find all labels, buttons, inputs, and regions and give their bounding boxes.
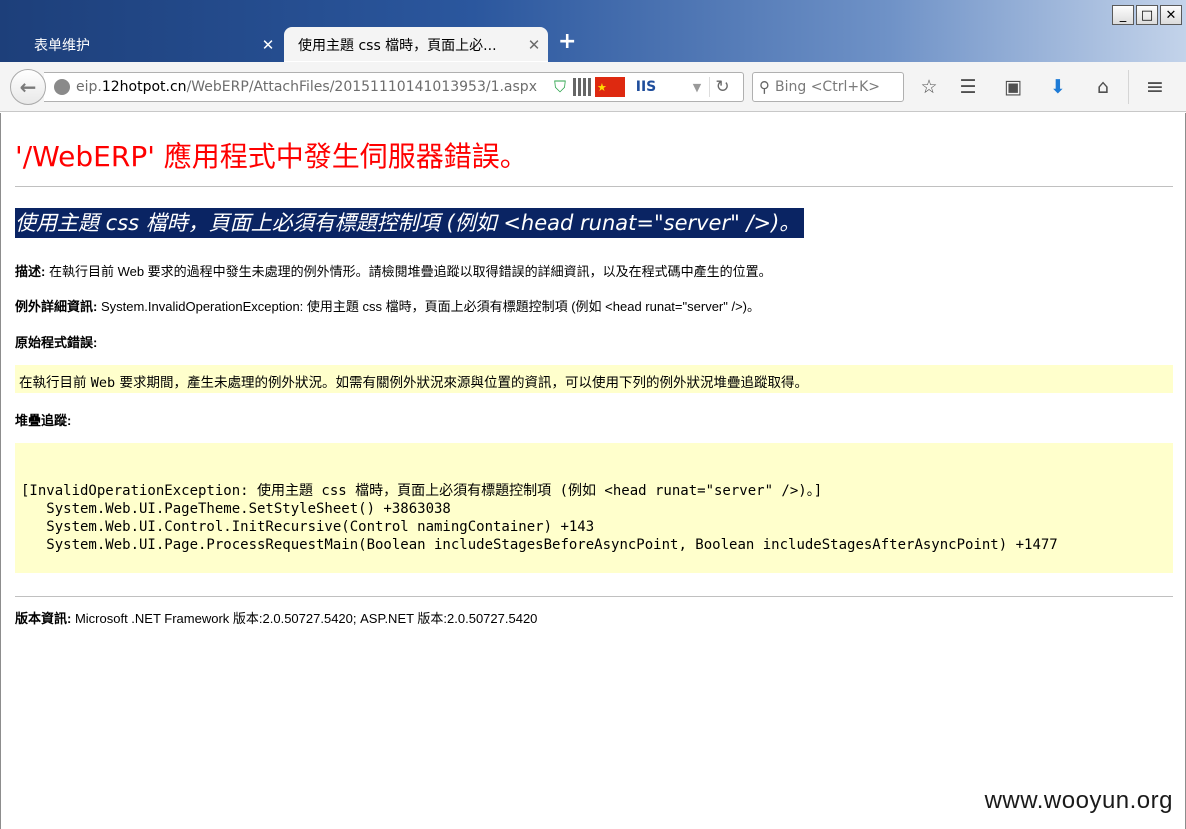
url-path: /WebERP/AttachFiles/20151110141013953/1.…: [186, 79, 537, 95]
version-info-line: 版本資訊: Microsoft .NET Framework 版本:2.0.50…: [15, 608, 537, 627]
new-tab-button[interactable]: +: [558, 31, 576, 53]
exception-text: System.InvalidOperationException: 使用主題 c…: [97, 299, 761, 314]
divider: [15, 596, 1173, 597]
source-error-post: 要求期間，產生未處理的例外狀況。如需有關例外狀況來源與位置的資訊，可以使用下列的…: [115, 375, 808, 391]
source-error-pre: 在執行目前: [19, 375, 91, 391]
back-arrow-icon[interactable]: ←: [10, 69, 46, 105]
stack-trace-box: [InvalidOperationException: 使用主題 css 檔時，…: [15, 443, 1173, 573]
tab-form-maintenance[interactable]: 表单维护 ✕: [20, 27, 282, 62]
addon-icon[interactable]: ▣: [1000, 74, 1026, 100]
divider: [15, 186, 1173, 187]
window-controls: _ □ ✕: [1112, 5, 1182, 25]
description-text: 在執行目前 Web 要求的過程中發生未處理的例外情形。請檢閱堆疊追蹤以取得錯誤的…: [45, 264, 772, 279]
url-host: 12hotpot.cn: [101, 79, 187, 95]
source-error-label: 原始程式錯誤:: [15, 335, 98, 350]
url-bar-icons: ⛉ ★ IIS ▼ ↻: [551, 76, 735, 98]
error-title: '/WebERP' 應用程式中發生伺服器錯誤。: [15, 140, 528, 173]
home-icon[interactable]: ⌂: [1090, 74, 1116, 100]
qr-code-icon[interactable]: [573, 78, 591, 96]
version-text: Microsoft .NET Framework 版本:2.0.50727.54…: [71, 611, 538, 626]
stack-trace-label: 堆疊追蹤:: [15, 413, 72, 428]
watermark: www.wooyun.org: [984, 787, 1173, 814]
description-label: 描述:: [15, 264, 46, 279]
title-bar: _ □ ✕ 表单维护 ✕ 使用主題 css 檔時，頁面上必... ✕ +: [0, 0, 1186, 62]
version-label: 版本資訊:: [15, 611, 72, 626]
tab-label: 表单维护: [34, 37, 90, 54]
exception-details-line: 例外詳細資訊: System.InvalidOperationException…: [15, 296, 760, 315]
close-window-button[interactable]: ✕: [1160, 5, 1182, 25]
stack-trace-heading: 堆疊追蹤:: [15, 410, 71, 429]
toolbar-separator: [1128, 70, 1129, 104]
url-bar[interactable]: eip.12hotpot.cn/WebERP/AttachFiles/20151…: [44, 72, 744, 102]
minimize-button[interactable]: _: [1112, 5, 1134, 25]
reading-list-icon[interactable]: ☰: [955, 74, 981, 100]
windows-icon[interactable]: [667, 78, 685, 96]
bookmark-star-icon[interactable]: ☆: [916, 74, 942, 100]
navigation-bar: eip.12hotpot.cn/WebERP/AttachFiles/20151…: [0, 62, 1186, 112]
source-error-text: 在執行目前 Web 要求期間，產生未處理的例外狀況。如需有關例外狀況來源與位置的…: [19, 371, 808, 391]
source-error-heading: 原始程式錯誤:: [15, 332, 97, 351]
menu-icon[interactable]: ≡: [1142, 74, 1168, 100]
stack-trace-text: [InvalidOperationException: 使用主題 css 檔時，…: [21, 483, 1058, 553]
iis-icon[interactable]: IIS: [629, 77, 663, 97]
search-bar[interactable]: ⚲ Bing <Ctrl+K>: [752, 72, 904, 102]
shield-icon[interactable]: ⛉: [551, 77, 569, 97]
source-error-code: Web: [90, 375, 116, 391]
url-text[interactable]: eip.12hotpot.cn/WebERP/AttachFiles/20151…: [76, 79, 537, 95]
error-subtitle: 使用主題 css 檔時，頁面上必須有標題控制項 (例如 <head runat=…: [15, 208, 805, 238]
url-prefix: eip.: [76, 79, 102, 95]
tab-close-icon[interactable]: ✕: [520, 36, 548, 54]
download-icon[interactable]: ⬇: [1045, 74, 1071, 100]
description-line: 描述: 在執行目前 Web 要求的過程中發生未處理的例外情形。請檢閱堆疊追蹤以取…: [15, 261, 772, 280]
search-icon: ⚲: [759, 78, 770, 96]
tab-close-icon[interactable]: ✕: [254, 36, 282, 54]
exception-label: 例外詳細資訊:: [15, 299, 98, 314]
reload-icon[interactable]: ↻: [709, 77, 735, 97]
maximize-button[interactable]: □: [1136, 5, 1158, 25]
page-content: '/WebERP' 應用程式中發生伺服器錯誤。 使用主題 css 檔時，頁面上必…: [0, 113, 1186, 829]
dropdown-icon[interactable]: ▼: [689, 77, 705, 97]
site-info-icon[interactable]: [54, 79, 70, 95]
search-placeholder: Bing <Ctrl+K>: [775, 79, 880, 95]
cn-flag-icon[interactable]: ★: [595, 77, 625, 97]
tab-error-page[interactable]: 使用主題 css 檔時，頁面上必... ✕: [284, 27, 548, 62]
tab-label: 使用主題 css 檔時，頁面上必...: [298, 37, 497, 54]
source-error-box: 在執行目前 Web 要求期間，產生未處理的例外狀況。如需有關例外狀況來源與位置的…: [15, 365, 1173, 393]
